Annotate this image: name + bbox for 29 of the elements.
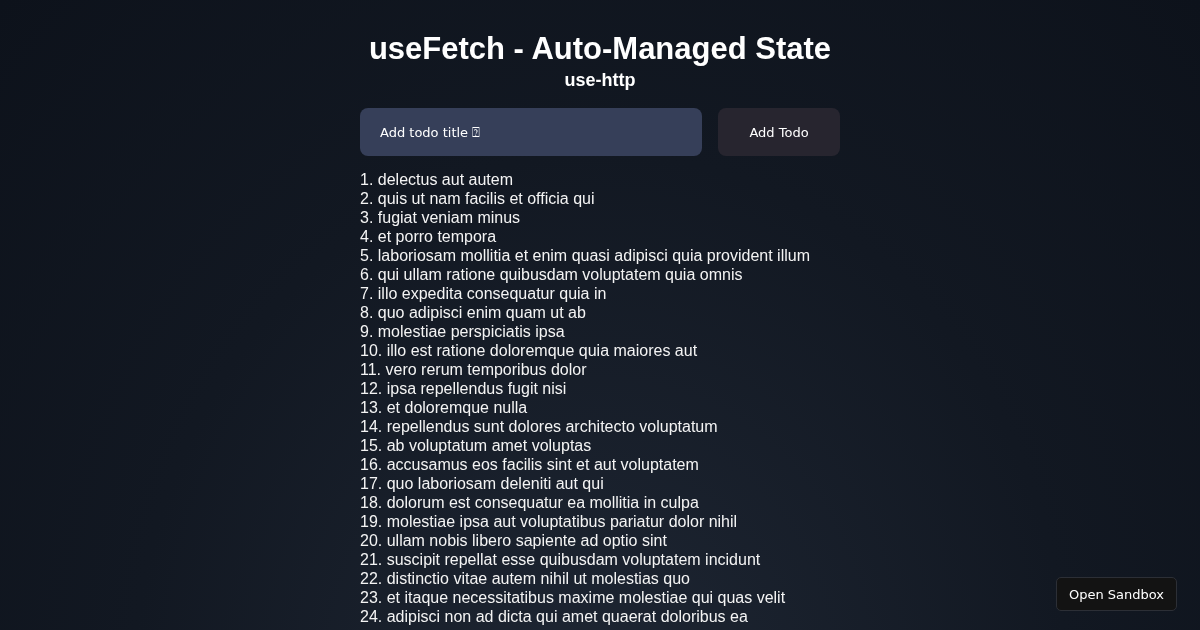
todo-item: 4. et porro tempora <box>360 227 497 246</box>
todo-item: 3. fugiat veniam minus <box>360 208 521 227</box>
todo-item: 15. ab voluptatum amet voluptas <box>360 436 592 455</box>
todo-item: 20. ullam nobis libero sapiente ad optio sint <box>360 531 667 550</box>
todo-item: 6. qui ullam ratione quibusdam voluptatem quia omnis <box>360 265 743 284</box>
todo-item: 2. quis ut nam facilis et officia qui <box>360 189 595 208</box>
open-sandbox-button[interactable]: Open Sandbox <box>1055 577 1177 611</box>
todo-item: 7. illo expedita consequatur quia in <box>360 284 607 303</box>
todo-item: 13. et doloremque nulla <box>360 398 528 417</box>
todo-item: 16. accusamus eos facilis sint et aut voluptatem <box>360 455 699 474</box>
todo-item: 9. molestiae perspiciatis ipsa <box>360 322 565 341</box>
todo-item: 18. dolorum est consequatur ea mollitia in culpa <box>360 493 699 512</box>
todo-item: 22. distinctio vitae autem nihil ut molestias quo <box>360 569 690 588</box>
todo-item: 10. illo est ratione doloremque quia maiores aut <box>360 341 698 360</box>
todo-item: 1. delectus aut autem <box>360 170 513 189</box>
todo-item: 12. ipsa repellendus fugit nisi <box>360 379 567 398</box>
todo-item: 5. laboriosam mollitia et enim quasi adipisci quia provident illum <box>360 246 810 265</box>
todo-item: 11. vero rerum temporibus dolor <box>360 360 587 379</box>
todo-item: 23. et itaque necessitatibus maxime molestiae qui quas velit <box>360 588 786 607</box>
page-subtitle: use-http <box>564 69 636 92</box>
page-title: useFetch - Auto-Managed State <box>368 30 832 68</box>
todo-item: 21. suscipit repellat esse quibusdam voluptatem incidunt <box>360 550 761 569</box>
todo-item: 8. quo adipisci enim quam ut ab <box>360 303 586 322</box>
todo-item: 19. molestiae ipsa aut voluptatibus pariatur dolor nihil <box>360 512 738 531</box>
add-todo-button[interactable]: Add Todo <box>718 108 840 156</box>
todo-item: 14. repellendus sunt dolores architecto voluptatum <box>360 417 718 436</box>
todo-item: 17. quo laboriosam deleniti aut qui <box>360 474 604 493</box>
todo-title-field[interactable]: Add todo title ⍰ <box>360 108 702 156</box>
todo-item: 24. adipisci non ad dicta qui amet quaerat doloribus ea <box>360 607 748 626</box>
